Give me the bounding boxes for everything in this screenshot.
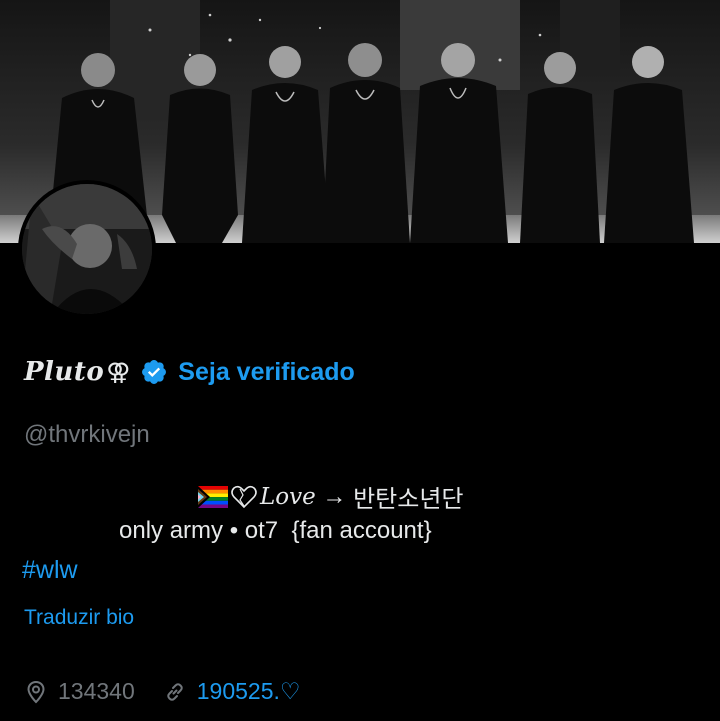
display-name: Pluto [24,357,105,387]
bio-line-1: Love → 반탄소년단 [198,479,463,514]
profile-handle: @thvrkivejn [24,421,150,448]
get-verified-link[interactable]: Seja verificado [178,358,354,387]
name-symbol: ⚢ [106,358,131,386]
location-item: 134340 [24,678,135,705]
profile-avatar[interactable] [18,180,156,318]
bio-love-text: Love [260,483,316,510]
translate-bio-link[interactable]: Traduzir bio [24,606,134,630]
profile-page: Pluto ⚢ Seja verificado @thvrkivejn Love… [0,0,720,721]
avatar-image [22,184,152,314]
website-link[interactable]: 190525.♡ [197,678,301,705]
profile-meta-row: 134340 190525.♡ [24,678,301,705]
bio-line-2: only army • ot7 {fan account} [119,517,432,544]
progress-pride-flag-icon [198,485,228,508]
name-row: Pluto ⚢ Seja verificado [24,352,355,392]
hashtag-link[interactable]: #wlw [22,556,78,585]
bio-korean-text: 반탄소년단 [353,486,464,513]
link-icon [163,680,187,704]
location-text: 134340 [58,678,135,704]
verified-badge-icon[interactable] [140,358,168,386]
bio-arrow: → [315,482,354,510]
heart-icon [230,485,258,509]
location-pin-icon [24,680,48,704]
website-item: 190525.♡ [163,678,301,705]
